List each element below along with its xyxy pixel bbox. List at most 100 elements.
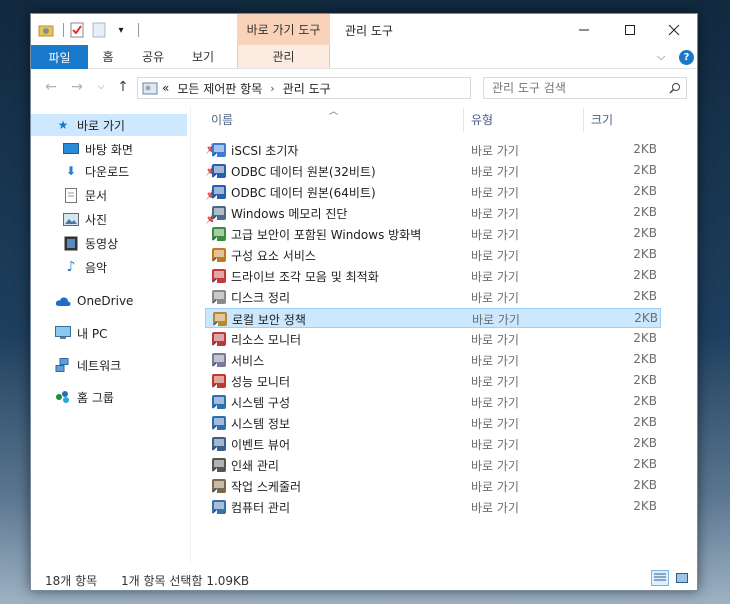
nav-downloads[interactable]: ⬇ 다운로드 📌 xyxy=(63,160,217,182)
file-row[interactable]: 작업 스케줄러 바로 가기 2KB xyxy=(205,476,661,496)
file-row[interactable]: iSCSI 초기자 바로 가기 2KB xyxy=(205,140,661,160)
new-folder-icon[interactable] xyxy=(90,21,108,39)
file-name: 컴퓨터 관리 xyxy=(231,501,291,515)
file-row[interactable]: 리소스 모니터 바로 가기 2KB xyxy=(205,329,661,349)
explorer-window: ▾ 바로 가기 도구 관리 도구 파일 홈 공유 보기 관리 ⌵ ? ← → ⌵… xyxy=(30,13,698,591)
file-size: 2KB xyxy=(634,311,658,325)
resource-monitor-icon xyxy=(211,331,227,347)
file-row[interactable]: Windows 메모리 진단 바로 가기 2KB xyxy=(205,203,661,223)
file-type: 바로 가기 xyxy=(471,501,519,515)
file-name: 리소스 모니터 xyxy=(231,333,302,347)
file-row[interactable]: 구성 요소 서비스 바로 가기 2KB xyxy=(205,245,661,265)
file-type: 바로 가기 xyxy=(471,459,519,473)
defrag-icon xyxy=(211,268,227,284)
file-row[interactable]: 디스크 정리 바로 가기 2KB xyxy=(205,287,661,307)
nav-homegroup[interactable]: 홈 그룹 xyxy=(55,386,187,408)
forward-icon[interactable]: → xyxy=(69,79,85,95)
address-overflow[interactable]: « xyxy=(162,81,169,95)
file-type: 바로 가기 xyxy=(471,165,519,179)
file-row[interactable]: 이벤트 뷰어 바로 가기 2KB xyxy=(205,434,661,454)
computer-management-icon xyxy=(211,499,227,515)
column-header-name[interactable]: 이름 xyxy=(211,106,463,132)
file-name: ODBC 데이터 원본(64비트) xyxy=(231,186,376,200)
download-icon: ⬇ xyxy=(65,164,77,178)
file-row[interactable]: ODBC 데이터 원본(64비트) 바로 가기 2KB xyxy=(205,182,661,202)
close-button[interactable] xyxy=(651,14,697,45)
file-row[interactable]: 드라이브 조각 모음 및 최적화 바로 가기 2KB xyxy=(205,266,661,286)
search-icon[interactable] xyxy=(667,80,683,96)
file-name: Windows 메모리 진단 xyxy=(231,207,348,221)
file-name: ODBC 데이터 원본(32비트) xyxy=(231,165,376,179)
nav-documents[interactable]: 문서 📌 xyxy=(63,184,217,206)
column-divider[interactable] xyxy=(463,108,464,132)
column-header-size[interactable]: 크기 xyxy=(591,106,661,132)
file-row[interactable]: 로컬 보안 정책 바로 가기 2KB xyxy=(205,308,661,328)
file-row[interactable]: 서비스 바로 가기 2KB xyxy=(205,350,661,370)
disk-cleanup-icon xyxy=(211,289,227,305)
column-divider[interactable] xyxy=(583,108,584,132)
file-row[interactable]: 성능 모니터 바로 가기 2KB xyxy=(205,371,661,391)
minimize-button[interactable] xyxy=(561,14,607,45)
nav-network[interactable]: 네트워크 xyxy=(55,354,187,376)
customize-qat-icon[interactable]: ▾ xyxy=(112,21,130,39)
file-row[interactable]: 고급 보안이 포함된 Windows 방화벽 바로 가기 2KB xyxy=(205,224,661,244)
nav-videos[interactable]: 동영상 xyxy=(63,232,187,254)
expand-ribbon-icon[interactable]: ⌵ xyxy=(657,50,665,64)
system-config-icon xyxy=(211,394,227,410)
nav-desktop[interactable]: 바탕 화면 📌 xyxy=(63,138,217,160)
file-row[interactable]: 시스템 구성 바로 가기 2KB xyxy=(205,392,661,412)
breadcrumb-control-panel[interactable]: 모든 제어판 항목 xyxy=(177,80,262,97)
nav-label: 바로 가기 xyxy=(77,118,125,133)
file-name: 고급 보안이 포함된 Windows 방화벽 xyxy=(231,228,422,242)
nav-music[interactable]: ♪ 음악 xyxy=(63,256,187,278)
tab-file[interactable]: 파일 xyxy=(31,45,88,69)
nav-quick-access[interactable]: ★ 바로 가기 xyxy=(31,114,187,136)
nav-pictures[interactable]: 사진 📌 xyxy=(63,208,217,230)
status-bar: 18개 항목 1개 항목 선택함 1.09KB xyxy=(31,566,697,590)
tab-share[interactable]: 공유 xyxy=(128,45,178,68)
file-type: 바로 가기 xyxy=(471,396,519,410)
file-row[interactable]: 인쇄 관리 바로 가기 2KB xyxy=(205,455,661,475)
odbc-icon xyxy=(211,184,227,200)
breadcrumb-separator-icon[interactable]: › xyxy=(270,82,274,95)
system-info-icon xyxy=(211,415,227,431)
file-size: 2KB xyxy=(633,394,657,408)
file-size: 2KB xyxy=(633,457,657,471)
navigation-bar: ← → ⌵ ↑ « 모든 제어판 항목 › 관리 도구 ⌵ ↻ xyxy=(31,70,697,105)
address-bar[interactable]: « 모든 제어판 항목 › 관리 도구 ⌵ ↻ xyxy=(137,77,575,99)
back-icon[interactable]: ← xyxy=(43,79,59,95)
maximize-button[interactable] xyxy=(607,14,653,45)
up-icon[interactable]: ↑ xyxy=(115,79,131,95)
file-name: 구성 요소 서비스 xyxy=(231,249,316,263)
details-view-icon[interactable] xyxy=(651,570,669,586)
video-icon xyxy=(63,235,79,251)
shortcut-tools-context-tab: 바로 가기 도구 xyxy=(237,14,330,45)
ribbon-tabs: 파일 홈 공유 보기 관리 ⌵ ? xyxy=(31,45,697,69)
file-type: 바로 가기 xyxy=(471,291,519,305)
file-type: 바로 가기 xyxy=(471,144,519,158)
file-size: 2KB xyxy=(633,184,657,198)
file-row[interactable]: 시스템 정보 바로 가기 2KB xyxy=(205,413,661,433)
folder-tools-icon[interactable] xyxy=(37,21,55,39)
help-icon[interactable]: ? xyxy=(679,50,694,65)
file-size: 2KB xyxy=(633,415,657,429)
properties-icon[interactable] xyxy=(68,21,86,39)
large-icons-view-icon[interactable] xyxy=(673,570,691,586)
nav-this-pc[interactable]: 내 PC xyxy=(55,322,187,344)
breadcrumb-admin-tools[interactable]: 관리 도구 xyxy=(283,80,331,97)
recent-locations-icon[interactable]: ⌵ xyxy=(93,79,109,95)
file-name: 이벤트 뷰어 xyxy=(231,438,291,452)
network-icon xyxy=(55,357,71,373)
file-type: 바로 가기 xyxy=(471,249,519,263)
nav-onedrive[interactable]: OneDrive xyxy=(55,290,187,312)
column-header-type[interactable]: 유형 xyxy=(471,106,581,132)
item-count: 18개 항목 xyxy=(45,574,98,588)
file-row[interactable]: 컴퓨터 관리 바로 가기 2KB xyxy=(205,497,661,517)
file-row[interactable]: ODBC 데이터 원본(32비트) 바로 가기 2KB xyxy=(205,161,661,181)
search-input[interactable] xyxy=(483,77,687,99)
tab-manage[interactable]: 관리 xyxy=(237,45,330,68)
tab-home[interactable]: 홈 xyxy=(88,45,128,68)
tab-view[interactable]: 보기 xyxy=(178,45,228,68)
security-policy-icon xyxy=(212,311,228,327)
file-name: 인쇄 관리 xyxy=(231,459,279,473)
